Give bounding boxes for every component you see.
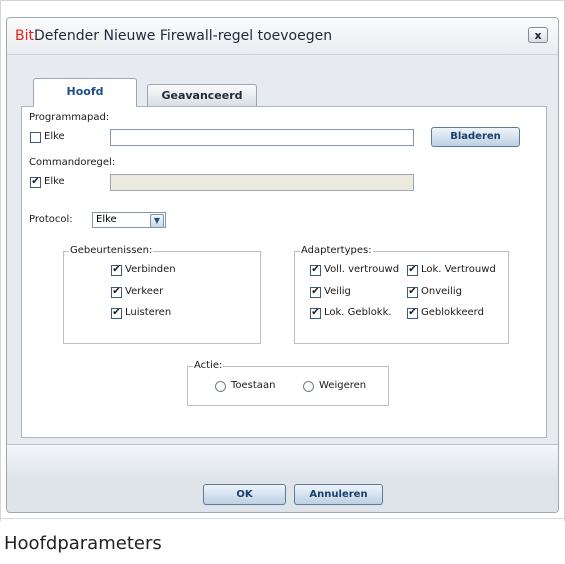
add-firewall-rule-dialog: BitDefender Nieuwe Firewall-regel toevoe… bbox=[6, 17, 559, 513]
lok-geblokk-label: Lok. Geblokk. bbox=[324, 307, 392, 318]
close-button[interactable]: x bbox=[528, 27, 548, 43]
divider bbox=[0, 518, 565, 519]
commandoregel-elke-checkbox[interactable] bbox=[30, 177, 41, 188]
lok-geblokk-checkbox[interactable] bbox=[310, 308, 321, 319]
lok-vertrouwd-checkbox[interactable] bbox=[407, 265, 418, 276]
luisteren-checkbox[interactable] bbox=[111, 308, 122, 319]
verbinden-label: Verbinden bbox=[125, 264, 176, 275]
image-caption: Hoofdparameters bbox=[4, 533, 162, 554]
gebeurtenissen-group: Gebeurtenissen: Verbinden Verkeer Luiste… bbox=[63, 245, 261, 344]
gebeurtenissen-title: Gebeurtenissen: bbox=[69, 245, 154, 256]
title-bar: BitDefender Nieuwe Firewall-regel toevoe… bbox=[7, 18, 558, 55]
weigeren-radio[interactable] bbox=[303, 381, 314, 392]
ok-button[interactable]: OK bbox=[203, 484, 286, 505]
programmapad-input[interactable] bbox=[110, 129, 414, 146]
tab-geavanceerd[interactable]: Geavanceerd bbox=[147, 84, 257, 107]
onveilig-checkbox[interactable] bbox=[407, 287, 418, 298]
voll-vertrouwd-checkbox[interactable] bbox=[310, 265, 321, 276]
protocol-label: Protocol: bbox=[29, 214, 73, 225]
protocol-selected-value: Elke bbox=[96, 214, 117, 225]
veilig-label: Veilig bbox=[324, 286, 351, 297]
actie-group: Actie: Toestaan Weigeren bbox=[187, 360, 389, 406]
commandoregel-input bbox=[110, 174, 414, 191]
tab-hoofd[interactable]: Hoofd bbox=[33, 78, 137, 107]
verbinden-checkbox[interactable] bbox=[111, 265, 122, 276]
chevron-down-icon[interactable]: ▼ bbox=[150, 214, 164, 228]
dialog-title: BitDefender Nieuwe Firewall-regel toevoe… bbox=[15, 28, 332, 44]
programmapad-label: Programmapad: bbox=[29, 112, 110, 123]
brand-text: Bit bbox=[15, 28, 34, 44]
luisteren-label: Luisteren bbox=[125, 307, 172, 318]
verkeer-label: Verkeer bbox=[125, 286, 164, 297]
dialog-footer: OK Annuleren bbox=[7, 480, 558, 512]
veilig-checkbox[interactable] bbox=[310, 287, 321, 298]
adaptertypes-title: Adaptertypes: bbox=[300, 245, 373, 256]
geblokkeerd-label: Geblokkeerd bbox=[421, 307, 484, 318]
commandoregel-label: Commandoregel: bbox=[29, 157, 116, 168]
geblokkeerd-checkbox[interactable] bbox=[407, 308, 418, 319]
verkeer-checkbox[interactable] bbox=[111, 287, 122, 298]
dialog-title-text: Defender Nieuwe Firewall-regel toevoegen bbox=[33, 28, 333, 44]
weigeren-label: Weigeren bbox=[319, 380, 367, 391]
programmapad-elke-label: Elke bbox=[44, 131, 65, 142]
protocol-select[interactable]: Elke ▼ bbox=[92, 212, 166, 228]
programmapad-elke-checkbox[interactable] bbox=[30, 132, 41, 143]
commandoregel-elke-label: Elke bbox=[44, 176, 65, 187]
cancel-button[interactable]: Annuleren bbox=[294, 484, 383, 505]
toestaan-label: Toestaan bbox=[231, 380, 276, 391]
adaptertypes-group: Adaptertypes: Voll. vertrouwd Lok. Vertr… bbox=[294, 245, 509, 344]
toestaan-radio[interactable] bbox=[215, 381, 226, 392]
onveilig-label: Onveilig bbox=[421, 286, 462, 297]
info-strip bbox=[7, 444, 558, 482]
browse-button[interactable]: Bladeren bbox=[431, 127, 520, 147]
tab-panel-hoofd: Programmapad: Elke Bladeren Commandorege… bbox=[21, 106, 547, 438]
lok-vertrouwd-label: Lok. Vertrouwd bbox=[421, 264, 496, 275]
actie-title: Actie: bbox=[193, 360, 224, 371]
voll-vertrouwd-label: Voll. vertrouwd bbox=[324, 264, 400, 275]
